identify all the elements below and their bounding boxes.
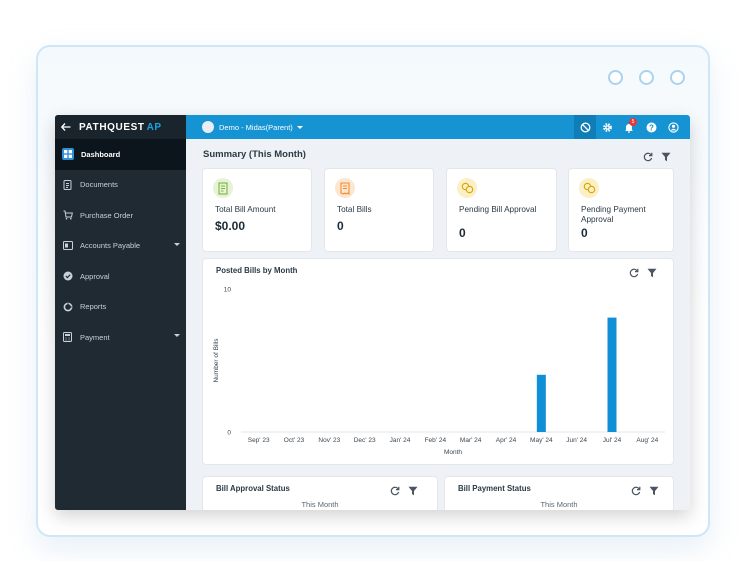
sidebar-item-purchase-order[interactable]: Purchase Order [55,200,186,231]
posted-bills-panel: Posted Bills by Month 0 10 Sep' 23 Oct' 23 N… [202,258,674,465]
invoice-icon [213,178,233,198]
sidebar-item-payment[interactable]: Payment [55,322,186,353]
refresh-icon[interactable] [390,483,400,501]
sidebar: PATHQUEST AP Dashboard Documents Purchase… [55,115,186,510]
sidebar-item-label: Reports [80,302,107,312]
org-name: Demo - Midas(Parent) [219,122,293,132]
pie-chart-icon [62,301,73,312]
refresh-icon[interactable] [643,149,653,167]
summary-card-total-bills: Total Bills 0 [324,168,434,252]
y-tick-label: 0 [227,430,231,437]
bill-approval-panel: Bill Approval Status This Month [202,476,438,510]
org-avatar [202,121,214,133]
card-value: 0 [459,226,466,240]
org-selector[interactable]: Demo - Midas(Parent) [202,121,303,133]
sidebar-item-reports[interactable]: Reports [55,292,186,323]
svg-text:?: ? [649,123,654,132]
panel-title: Bill Approval Status [216,484,290,493]
x-tick-label: Jul' 24 [603,437,622,444]
user-icon[interactable] [662,115,684,139]
sidebar-item-label: Payment [80,332,110,342]
block-icon[interactable] [574,115,596,139]
cart-icon [62,210,73,221]
check-circle-icon [62,271,73,282]
card-label: Pending Payment Approval [581,205,646,224]
bill-payment-panel: Bill Payment Status This Month [444,476,674,510]
summary-card-pending-bill-approval: Pending Bill Approval 0 [446,168,557,252]
x-tick-label: May' 24 [530,437,553,444]
sidebar-item-dashboard[interactable]: Dashboard [55,139,186,170]
x-tick-label: Jan' 24 [390,437,411,444]
chevron-down-icon [296,125,303,129]
gear-icon[interactable] [596,115,618,139]
x-axis-title: Month [444,449,462,456]
bar [607,317,617,432]
summary-card-pending-payment-approval: Pending Payment Approval 0 [568,168,674,252]
brand-bar: PATHQUEST AP [55,115,186,139]
x-tick-label: Jun' 24 [566,437,587,444]
brand-logo: PATHQUEST AP [79,121,162,133]
help-icon[interactable]: ? [640,115,662,139]
panel-subtitle: This Month [301,500,339,509]
summary-title: Summary (This Month) [203,149,306,160]
sidebar-item-documents[interactable]: Documents [55,170,186,201]
posted-bills-chart: 0 10 Sep' 23 Oct' 23 Nov' 23 Dec' 23 Jan' 24 Fe… [213,287,665,456]
card-value: 0 [581,226,588,240]
sidebar-item-label: Approval [80,271,110,281]
back-arrow-icon[interactable] [60,120,75,134]
panel-title: Bill Payment Status [458,484,531,493]
chevron-down-icon [174,334,180,337]
document-icon [62,179,73,190]
x-tick-label: Feb' 24 [425,437,447,444]
x-tick-label: Mar' 24 [460,437,482,444]
receipt-icon [335,178,355,198]
summary-card-total-bill-amount: Total Bill Amount $0.00 [202,168,312,252]
coins-icon [579,178,599,198]
card-label: Total Bills [337,205,372,214]
y-tick-label: 10 [224,287,232,294]
bar [536,374,546,432]
panel-subtitle: This Month [540,500,578,509]
sidebar-item-label: Documents [80,180,118,190]
app-window: PATHQUEST AP Dashboard Documents Purchase… [55,115,690,510]
bell-icon[interactable]: 5 [618,115,640,139]
x-tick-label: Sep' 23 [248,437,270,444]
window-dot [639,70,654,85]
notification-badge: 5 [629,118,637,126]
calculator-icon [62,332,73,343]
dashboard-icon [62,148,74,161]
card-label: Total Bill Amount [215,205,276,214]
x-tick-label: Aug' 24 [636,437,658,444]
card-value: $0.00 [215,219,246,233]
sidebar-item-label: Dashboard [81,149,121,159]
sidebar-item-label: Accounts Payable [80,241,141,251]
card-value: 0 [337,219,344,233]
refresh-icon[interactable] [631,483,641,501]
coins-icon [457,178,477,198]
sidebar-item-approval[interactable]: Approval [55,261,186,292]
sidebar-item-accounts-payable[interactable]: Accounts Payable [55,231,186,262]
y-axis-title: Number of Bills [213,338,220,383]
window-dot [608,70,623,85]
x-tick-label: Dec' 23 [354,437,376,444]
dashboard-main: Summary (This Month) Total Bill Amount $… [186,139,690,510]
x-tick-label: Nov' 23 [318,437,340,444]
x-tick-label: Apr' 24 [496,437,517,444]
filter-icon[interactable] [408,483,418,501]
ledger-icon [62,240,73,251]
window-dot [670,70,685,85]
card-label: Pending Bill Approval [459,205,537,214]
chevron-down-icon [174,242,180,246]
x-tick-label: Oct' 23 [284,437,305,444]
filter-icon[interactable] [661,149,671,167]
filter-icon[interactable] [649,483,659,501]
top-bar: Demo - Midas(Parent) 5 ? [186,115,690,139]
sidebar-item-label: Purchase Order [80,210,133,220]
